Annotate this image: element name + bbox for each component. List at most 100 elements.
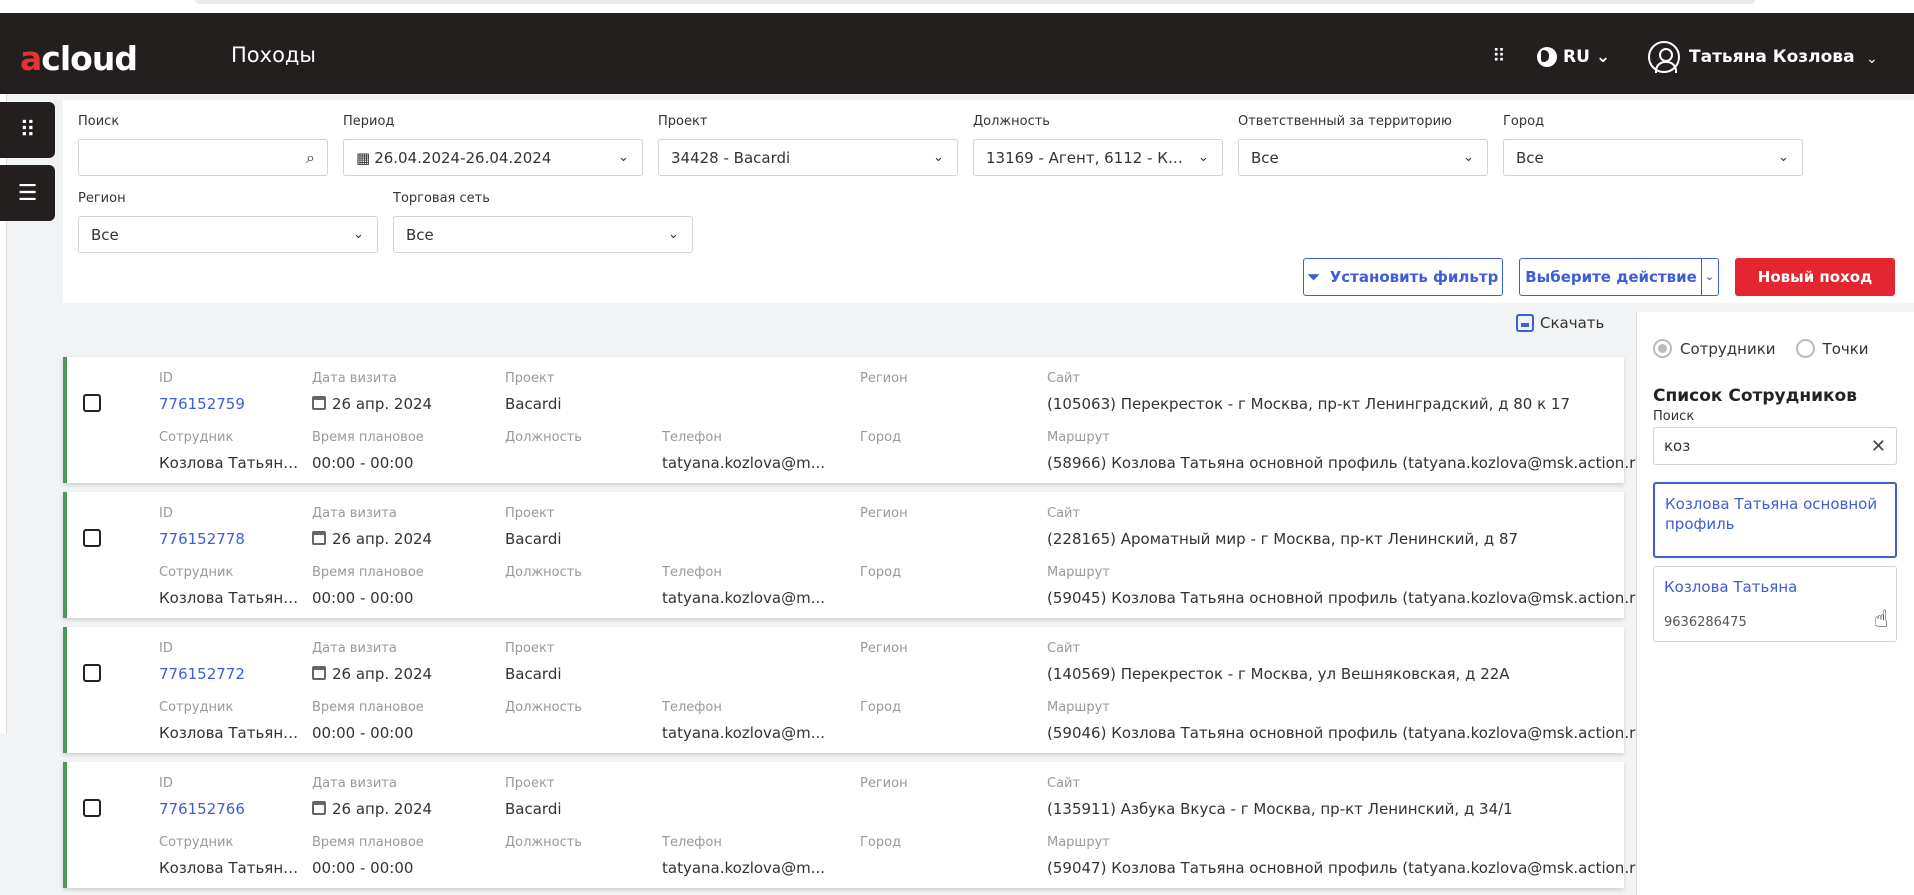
top-navigation-bar: acloud Походы ⠿ RU ⌄ Татьяна Козлова ⌄ <box>0 13 1914 94</box>
visit-checkbox[interactable] <box>83 394 101 412</box>
visit-time-field: Время плановое 00:00 - 00:00 <box>312 700 424 742</box>
hamburger-menu-icon: ☰ <box>17 180 38 206</box>
period-select[interactable]: ▦ 26.04.2024-26.04.2024 ⌄ <box>343 139 643 176</box>
visit-employee-field: СотрудникКозлова Татьяна о... <box>159 565 304 607</box>
set-filter-label: Установить фильтр <box>1329 268 1499 286</box>
set-filter-button[interactable]: ⏷ Установить фильтр <box>1303 258 1503 296</box>
visit-checkbox[interactable] <box>83 664 101 682</box>
project-select[interactable]: 34428 - Bacardi ⌄ <box>658 139 958 176</box>
territory-select[interactable]: Все ⌄ <box>1238 139 1488 176</box>
dropdown-separator <box>1701 259 1702 295</box>
employee-result-name: Козлова Татьяна основной профиль <box>1665 495 1878 533</box>
filter-territory: Ответственный за территорию Все ⌄ <box>1238 114 1488 176</box>
visit-project-field: Проект Bacardi <box>505 641 562 683</box>
visit-region-field: Регион <box>860 641 908 656</box>
download-label: Скачать <box>1540 314 1605 332</box>
sidebar-menu-button[interactable]: ☰ <box>0 165 55 221</box>
apps-grid-icon[interactable]: ⠿ <box>1488 46 1510 68</box>
project-value: 34428 - Bacardi <box>671 148 791 167</box>
visit-region-field: Регион <box>860 776 908 791</box>
visit-employee-field: СотрудникКозлова Татьяна о... <box>159 430 304 472</box>
language-code: RU <box>1563 47 1590 67</box>
visit-phone-field: Телефон tatyana.kozlova@m... <box>662 565 826 607</box>
visit-region-field: Регион <box>860 506 908 521</box>
employee-search-panel: Сотрудники Точки Список Сотрудников Поис… <box>1636 312 1914 895</box>
radio-selected-icon <box>1653 339 1672 358</box>
visit-region-field: Регион <box>860 371 908 386</box>
radio-employees[interactable]: Сотрудники <box>1653 339 1776 358</box>
search-icon[interactable]: ⌕ <box>306 148 315 168</box>
region-value: Все <box>91 225 119 244</box>
visit-route-field: Маршрут (58966) Козлова Татьяна основной … <box>1047 430 1651 472</box>
visit-project-field: Проект Bacardi <box>505 776 562 818</box>
filter-territory-label: Ответственный за территорию <box>1238 114 1452 129</box>
user-menu[interactable]: Татьяна Козлова <box>1648 39 1855 75</box>
acloud-logo[interactable]: acloud <box>20 39 138 78</box>
chevron-down-icon: ⌄ <box>933 150 944 165</box>
visit-id-link[interactable]: 776152766 <box>159 800 245 820</box>
chevron-down-icon: ⌄ <box>1595 47 1611 67</box>
sidebar-apps-button[interactable]: ⠿ <box>0 102 55 158</box>
visit-time-field: Время плановое 00:00 - 00:00 <box>312 565 424 607</box>
choose-action-dropdown[interactable]: Выберите действие ⌄ <box>1519 258 1719 296</box>
city-select[interactable]: Все ⌄ <box>1503 139 1803 176</box>
filter-project-label: Проект <box>658 114 708 129</box>
chevron-down-icon: ⌄ <box>1704 270 1714 283</box>
visit-card[interactable]: ID 776152759 Дата визита 26 апр. 2024 Прое… <box>63 357 1651 483</box>
visit-id-link[interactable]: 776152778 <box>159 530 245 550</box>
visit-id-field: ID 776152759 <box>159 371 245 415</box>
chevron-down-icon: ⌄ <box>353 227 364 242</box>
visit-employee-field: СотрудникКозлова Татьяна о... <box>159 835 304 877</box>
visit-route-field: Маршрут (59045) Козлова Татьяна основной … <box>1047 565 1651 607</box>
visit-phone-field: Телефон tatyana.kozlova@m... <box>662 430 826 472</box>
radio-points[interactable]: Точки <box>1795 339 1869 358</box>
new-visit-button[interactable]: Новый поход <box>1735 258 1895 296</box>
browser-address-bar-edge <box>195 0 1755 4</box>
filter-search-label: Поиск <box>78 114 120 129</box>
visit-position-field: Должность <box>505 835 582 850</box>
visit-id-link[interactable]: 776152759 <box>159 395 245 415</box>
visit-checkbox[interactable] <box>83 529 101 547</box>
visit-time-field: Время плановое 00:00 - 00:00 <box>312 430 424 472</box>
visit-date-field: Дата визита 26 апр. 2024 <box>312 641 433 683</box>
period-value: 26.04.2024-26.04.2024 <box>374 148 552 167</box>
clear-icon[interactable]: ✕ <box>1871 436 1886 457</box>
apps-grid-icon: ⠿ <box>19 117 36 143</box>
calendar-icon <box>312 801 326 815</box>
search-input[interactable]: ⌕ <box>78 139 328 176</box>
visit-id-link[interactable]: 776152772 <box>159 665 245 685</box>
chain-select[interactable]: Все ⌄ <box>393 216 693 253</box>
visit-route-field: Маршрут (59047) Козлова Татьяна основной … <box>1047 835 1651 877</box>
visit-date-field: Дата визита 26 апр. 2024 <box>312 506 433 548</box>
visit-card[interactable]: ID 776152772 Дата визита 26 апр. 2024 Прое… <box>63 627 1651 753</box>
radio-empty-icon <box>1795 339 1815 358</box>
hand-pointer-cursor-icon: ☝ <box>1874 605 1889 633</box>
visit-card[interactable]: ID 776152778 Дата визита 26 апр. 2024 Прое… <box>63 492 1651 618</box>
visit-project-field: Проект Bacardi <box>505 371 562 413</box>
employee-search-value: коз <box>1664 437 1691 455</box>
region-select[interactable]: Все ⌄ <box>78 216 378 253</box>
language-selector[interactable]: RU ⌄ <box>1537 44 1610 70</box>
filter-region-label: Регион <box>78 191 126 206</box>
visit-phone-field: Телефон tatyana.kozlova@m... <box>662 700 826 742</box>
visit-checkbox[interactable] <box>83 799 101 817</box>
user-menu-chevron-icon[interactable]: ⌄ <box>1866 52 1878 66</box>
employee-result-item[interactable]: Козлова Татьяна 9636286475 <box>1653 566 1897 642</box>
visit-card[interactable]: ID 776152766 Дата визита 26 апр. 2024 Прое… <box>63 762 1651 888</box>
calendar-icon: ▦ <box>356 148 371 167</box>
position-select[interactable]: 13169 - Агент, 6112 - КАС , 57... ⌄ <box>973 139 1223 176</box>
employee-result-name: Козлова Татьяна <box>1664 578 1798 596</box>
download-link[interactable]: Скачать <box>1516 314 1604 332</box>
visit-site-field: Сайт (140569) Перекресток - г Москва, ул … <box>1047 641 1510 683</box>
visit-employee-field: СотрудникКозлова Татьяна о... <box>159 700 304 742</box>
user-avatar-icon <box>1648 41 1680 73</box>
choose-action-label: Выберите действие <box>1525 268 1697 286</box>
employee-result-item[interactable]: Козлова Татьяна основной профиль <box>1653 482 1897 558</box>
visit-city-field: Город <box>860 835 902 850</box>
visit-phone-field: Телефон tatyana.kozlova@m... <box>662 835 826 877</box>
visit-project-field: Проект Bacardi <box>505 506 562 548</box>
filter-period: Период ▦ 26.04.2024-26.04.2024 ⌄ <box>343 114 643 176</box>
filter-city: Город Все ⌄ <box>1503 114 1803 176</box>
filter-chain: Торговая сеть Все ⌄ <box>393 191 693 253</box>
employee-search-input[interactable]: коз ✕ <box>1653 427 1897 465</box>
